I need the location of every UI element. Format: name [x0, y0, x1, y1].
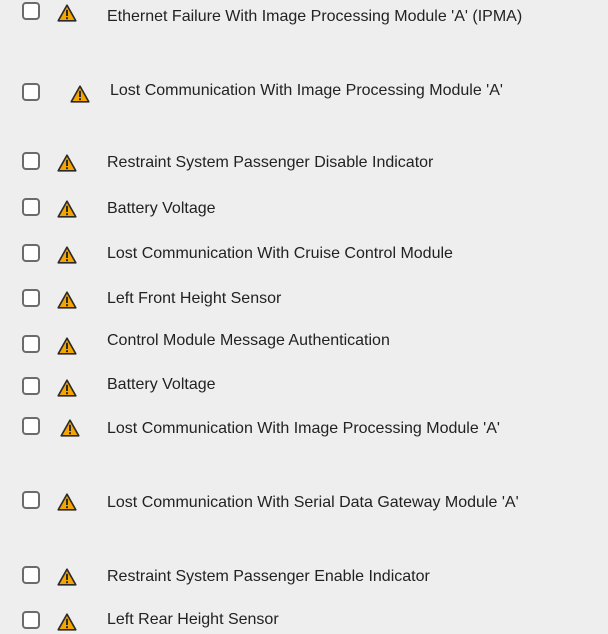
- item-checkbox[interactable]: [22, 417, 40, 435]
- warning-icon: [57, 246, 77, 264]
- item-label: Lost Communication With Image Processing…: [110, 82, 503, 99]
- warning-icon: [57, 379, 77, 397]
- item-checkbox[interactable]: [22, 289, 40, 307]
- item-checkbox[interactable]: [22, 611, 40, 629]
- item-label: Control Module Message Authentication: [107, 332, 390, 349]
- item-label: Left Rear Height Sensor: [107, 611, 279, 628]
- fault-code-list: Ethernet Failure With Image Processing M…: [0, 0, 608, 634]
- item-label: Ethernet Failure With Image Processing M…: [107, 8, 523, 25]
- item-checkbox[interactable]: [22, 377, 40, 395]
- warning-icon: [57, 337, 77, 355]
- item-checkbox[interactable]: [22, 2, 40, 20]
- item-checkbox[interactable]: [22, 566, 40, 584]
- warning-icon: [60, 419, 80, 437]
- item-checkbox[interactable]: [22, 335, 40, 353]
- item-label: Restraint System Passenger Disable Indic…: [107, 154, 434, 171]
- warning-icon: [57, 493, 77, 511]
- item-label: Left Front Height Sensor: [107, 290, 282, 307]
- item-checkbox[interactable]: [22, 244, 40, 262]
- item-checkbox[interactable]: [22, 198, 40, 216]
- item-label: Lost Communication With Image Processing…: [107, 420, 500, 437]
- warning-icon: [57, 291, 77, 309]
- item-checkbox[interactable]: [22, 491, 40, 509]
- item-label: Restraint System Passenger Enable Indica…: [107, 568, 430, 585]
- item-label: Lost Communication With Serial Data Gate…: [107, 494, 519, 511]
- item-checkbox[interactable]: [22, 152, 40, 170]
- item-label: Lost Communication With Cruise Control M…: [107, 245, 453, 262]
- warning-icon: [57, 4, 77, 22]
- warning-icon: [57, 154, 77, 172]
- warning-icon: [70, 85, 90, 103]
- item-label: Battery Voltage: [107, 200, 216, 217]
- warning-icon: [57, 200, 77, 218]
- warning-icon: [57, 613, 77, 631]
- item-label: Battery Voltage: [107, 376, 216, 393]
- warning-icon: [57, 568, 77, 586]
- item-checkbox[interactable]: [22, 83, 40, 101]
